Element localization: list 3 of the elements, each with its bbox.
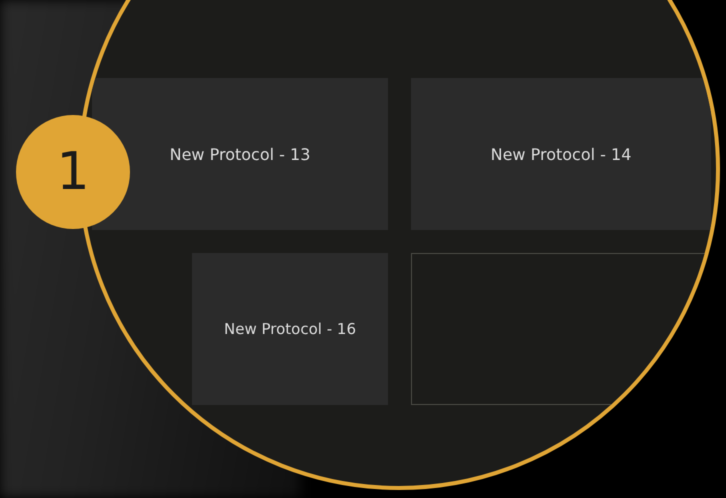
protocol-tile[interactable]: New Protocol - 16 bbox=[192, 253, 388, 405]
protocol-tile[interactable]: New Protocol - 13 bbox=[92, 78, 388, 230]
protocol-tile[interactable]: New Protocol - 14 bbox=[411, 78, 711, 230]
